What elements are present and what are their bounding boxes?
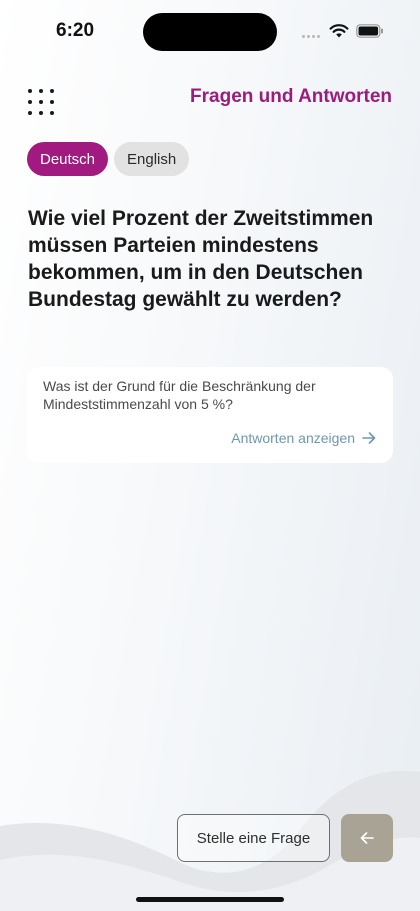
follow-up-question: Was ist der Grund für die Beschränkung d… [43,378,316,412]
arrow-right-icon [362,432,376,444]
question-heading: Wie viel Prozent der Zweitstimmen müssen… [28,207,374,311]
arrow-left-icon [360,832,374,844]
cellular-signal-icon [302,35,324,39]
ask-question-button[interactable]: Stelle eine Frage [177,814,330,862]
menu-grid-icon[interactable] [28,89,54,115]
dynamic-island [143,13,277,51]
back-button[interactable] [341,814,393,862]
language-option-deutsch[interactable]: Deutsch [27,142,109,176]
show-answers-label: Antworten anzeigen [231,430,355,446]
follow-up-card[interactable]: Was ist der Grund für die Beschränkung d… [27,367,393,463]
home-indicator [136,897,284,902]
battery-icon [356,24,383,38]
language-option-english[interactable]: English [114,142,190,176]
page-title: Fragen und Antworten [190,86,392,107]
wifi-icon [329,24,349,38]
language-selector: Deutsch English [27,142,190,176]
show-answers-link[interactable]: Antworten anzeigen [231,430,376,446]
status-time: 6:20 [56,20,95,41]
status-bar: 6:20 [0,0,420,60]
